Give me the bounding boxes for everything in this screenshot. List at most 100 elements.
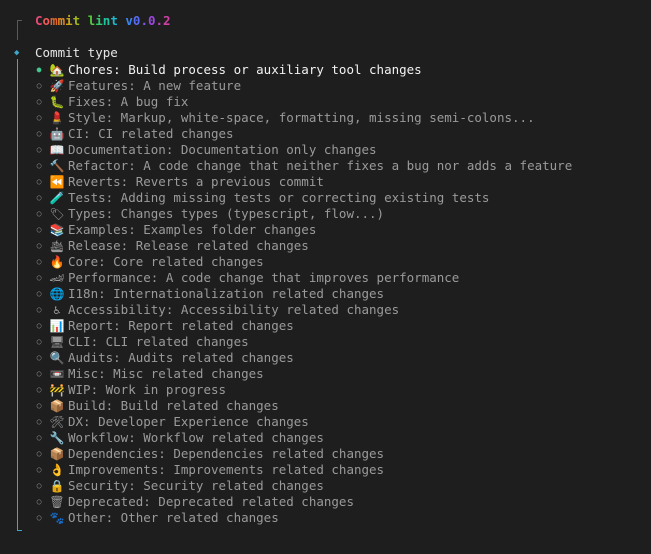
prompt-heading: Commit type (35, 45, 118, 60)
desktop-computer-icon: 🖥 (49, 335, 65, 349)
radio-unselected-icon: ○ (36, 225, 42, 234)
app-title: Commit lint v0.0.2 (35, 13, 171, 29)
commit-type-option-label: Dependencies: Dependencies related chang… (68, 446, 385, 461)
commit-type-option[interactable]: ○ 🔍 Audits: Audits related changes (33, 350, 572, 366)
commit-type-option[interactable]: ○ 🐾 Other: Other related changes (33, 510, 572, 526)
app-title-letter: 2 (163, 13, 171, 28)
bug-icon: 🐛 (49, 95, 65, 109)
commit-type-option[interactable]: ○ 🛠 DX: Developer Experience changes (33, 414, 572, 430)
magnifier-icon: 🔍 (49, 351, 65, 365)
radio-unselected-icon: ○ (36, 513, 42, 522)
commit-type-option[interactable]: ○ 🔒 Security: Security related changes (33, 478, 572, 494)
package-icon: 📦 (49, 399, 65, 413)
app-title-letter: . (140, 13, 148, 28)
app-title-letter: o (42, 13, 51, 28)
commit-type-option[interactable]: ○ 🔧 Workflow: Workflow related changes (33, 430, 572, 446)
commit-type-option[interactable]: ○ 📦 Dependencies: Dependencies related cha… (33, 446, 572, 462)
commit-type-option[interactable]: ○ 📖 Documentation: Documentation only chan… (33, 142, 572, 158)
commit-type-option[interactable]: ● 🏡 Chores: Build process or auxiliary too… (33, 62, 572, 78)
commit-type-option[interactable]: ○ 🗑 Deprecated: Deprecated related changes (33, 494, 572, 510)
commit-type-option-label: Security: Security related changes (68, 478, 324, 493)
app-title-letter: 0 (147, 13, 156, 28)
app-title-letter (80, 13, 88, 29)
commit-type-option-label: Improvements: Improvements related chang… (68, 462, 385, 477)
radio-unselected-icon: ○ (36, 465, 42, 474)
title-rail-cap (17, 20, 22, 21)
commit-type-option-label: Tests: Adding missing tests or correctin… (68, 190, 490, 205)
app-title-letter: i (95, 13, 103, 28)
commit-type-option[interactable]: ○ 📼 Misc: Misc related changes (33, 366, 572, 382)
active-prompt-marker-icon: ◆ (14, 48, 20, 58)
commit-type-option[interactable]: ○ 🌐 I18n: Internationalization related cha… (33, 286, 572, 302)
commit-type-option-label: Documentation: Documentation only change… (68, 142, 377, 157)
commit-type-option[interactable]: ○ 🖥 CLI: CLI related changes (33, 334, 572, 350)
commit-type-option-label: I18n: Internationalization related chang… (68, 286, 385, 301)
commit-type-option-label: Features: A new feature (68, 78, 242, 93)
commit-type-option[interactable]: ○ 🐛 Fixes: A bug fix (33, 94, 572, 110)
ok-hand-icon: 👌 (49, 463, 65, 477)
radio-unselected-icon: ○ (36, 369, 42, 378)
radio-unselected-icon: ○ (36, 337, 42, 346)
radio-unselected-icon: ○ (36, 321, 42, 330)
bar-chart-icon: 📊 (49, 319, 65, 333)
radio-unselected-icon: ○ (36, 353, 42, 362)
radio-unselected-icon: ○ (36, 113, 42, 122)
app-title-letter: . (155, 13, 164, 28)
commit-type-option[interactable]: ○ 🔥 Core: Core related changes (33, 254, 572, 270)
race-car-icon: 🏎 (49, 271, 65, 285)
app-title-letter: m (57, 13, 66, 28)
commit-type-option[interactable]: ○ 🏎 Performance: A code change that improv… (33, 270, 572, 286)
commit-type-option-label: Misc: Misc related changes (68, 366, 264, 381)
commit-type-option-label: Report: Report related changes (68, 318, 294, 333)
commit-type-option[interactable]: ○ 🧪 Tests: Adding missing tests or correct… (33, 190, 572, 206)
paw-prints-icon: 🐾 (49, 511, 65, 525)
commit-type-option[interactable]: ○ 💄 Style: Markup, white-space, formatting… (33, 110, 572, 126)
app-title-letter: m (50, 13, 58, 28)
app-title-letter (118, 13, 126, 29)
globe-icon: 🌐 (49, 287, 65, 301)
app-title-letter: C (35, 13, 43, 28)
commit-type-select[interactable]: ● 🏡 Chores: Build process or auxiliary too… (33, 62, 573, 526)
app-title-letter: v (125, 13, 133, 28)
commit-type-option[interactable]: ○ 🔨 Refactor: A code change that neither f… (33, 158, 573, 174)
radio-unselected-icon: ○ (36, 81, 42, 90)
ship-icon: 🛳 (49, 239, 65, 253)
radio-unselected-icon: ○ (36, 193, 42, 202)
commit-type-option[interactable]: ○ ♿ Accessibility: Accessibility related c… (33, 302, 572, 318)
commit-type-option[interactable]: ○ 📦 Build: Build related changes (33, 398, 572, 414)
commit-type-option[interactable]: ○ 🚧 WIP: Work in progress (33, 382, 572, 398)
commit-type-option-label: CI: CI related changes (68, 126, 234, 141)
radio-unselected-icon: ○ (36, 289, 42, 298)
prompt-rail (17, 59, 18, 531)
rewind-icon: ⏪ (49, 175, 65, 189)
app-title-letter: 0 (132, 13, 141, 28)
radio-unselected-icon: ○ (36, 97, 42, 106)
house-garden-icon: 🏡 (49, 63, 65, 77)
accessibility-icon: ♿ (53, 303, 61, 317)
construction-icon: 🚧 (49, 383, 65, 397)
commit-type-option[interactable]: ○ 🤖 CI: CI related changes (33, 126, 572, 142)
commit-type-option-label: Workflow: Workflow related changes (68, 430, 324, 445)
commit-type-option-label: Performance: A code change that improves… (68, 270, 460, 285)
title-rail (17, 20, 18, 40)
commit-type-option-label: Fixes: A bug fix (68, 94, 189, 109)
commit-type-option[interactable]: ○ 📊 Report: Report related changes (33, 318, 572, 334)
hammer-icon: 🔨 (49, 159, 65, 173)
commit-type-option[interactable]: ○ 🚀 Features: A new feature (33, 78, 572, 94)
books-icon: 📚 (49, 223, 65, 237)
package-icon: 📦 (49, 447, 65, 461)
lock-icon: 🔒 (49, 479, 65, 493)
lipstick-icon: 💄 (49, 111, 65, 125)
tools-icon: 🛠 (49, 415, 65, 429)
radio-unselected-icon: ○ (36, 161, 42, 170)
commit-type-option[interactable]: ○ 🛳 Release: Release related changes (33, 238, 572, 254)
radio-unselected-icon: ○ (36, 401, 42, 410)
commit-type-option[interactable]: ○ 🏷 Types: Changes types (typescript, flow… (33, 206, 572, 222)
commit-type-option-label: Accessibility: Accessibility related cha… (68, 302, 400, 317)
commit-type-option[interactable]: ○ 📚 Examples: Examples folder changes (33, 222, 572, 238)
commit-type-option[interactable]: ○ 👌 Improvements: Improvements related cha… (33, 462, 572, 478)
radio-unselected-icon: ○ (36, 257, 42, 266)
commit-type-option-label: Deprecated: Deprecated related changes (68, 494, 354, 509)
test-tube-icon: 🧪 (49, 191, 65, 205)
commit-type-option[interactable]: ○ ⏪ Reverts: Reverts a previous commit (33, 174, 572, 190)
